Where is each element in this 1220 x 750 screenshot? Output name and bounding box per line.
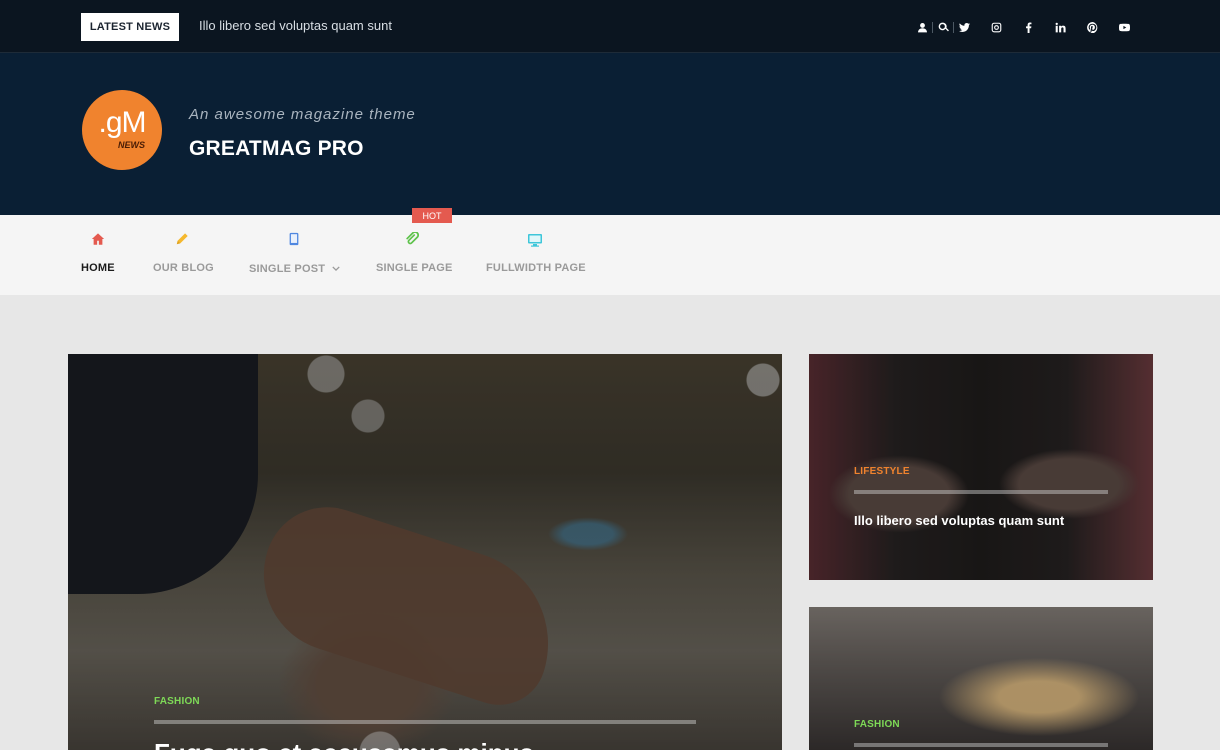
news-ticker-link[interactable]: Illo libero sed voluptas quam sunt [199,18,392,33]
post-title[interactable]: Illo libero sed voluptas quam sunt [854,513,1064,528]
post-category[interactable]: FASHION [854,719,900,730]
chevron-down-icon [332,262,340,274]
instagram-icon[interactable] [980,19,1012,35]
tablet-icon [287,232,303,248]
latest-news-label: LATEST NEWS [81,13,179,41]
top-icons [906,19,1140,35]
category-divider [854,743,1108,747]
nav-label: FULLWIDTH PAGE [486,262,586,274]
monitor-icon [527,232,543,248]
side-post-card[interactable]: LIFESTYLE Illo libero sed voluptas quam … [809,354,1153,580]
category-divider [154,720,696,724]
paperclip-icon [405,231,421,248]
site-title[interactable]: GREATMAG PRO [189,137,364,161]
featured-post-card[interactable]: FASHION Fuga quo et accusamus minus [68,354,782,750]
nav-label: SINGLE PAGE [376,262,453,274]
post-category[interactable]: FASHION [154,696,200,707]
home-icon [91,232,107,248]
nav-label: OUR BLOG [153,262,214,274]
card-overlay [68,354,782,750]
hot-badge: HOT [412,208,452,223]
nav-label: SINGLE POST [249,262,340,275]
facebook-icon[interactable] [1012,19,1044,35]
pencil-icon [175,232,191,248]
logo-subtext: NEWS [118,140,145,150]
site-header: .gM NEWS An awesome magazine theme GREAT… [0,53,1220,215]
top-bar: LATEST NEWS Illo libero sed voluptas qua… [0,0,1220,53]
linkedin-icon[interactable] [1044,19,1076,35]
post-category[interactable]: LIFESTYLE [854,466,910,477]
pinterest-icon[interactable] [1076,19,1108,35]
category-divider [854,490,1108,494]
side-post-card[interactable]: FASHION [809,607,1153,750]
site-logo[interactable]: .gM NEWS [82,90,162,170]
youtube-icon[interactable] [1108,19,1140,35]
main-nav: HOME OUR BLOG SINGLE POST SINGLE PAGE HO… [0,208,1220,295]
twitter-icon[interactable] [948,19,980,35]
post-title[interactable]: Fuga quo et accusamus minus [154,738,534,750]
logo-text: .gM [98,106,146,139]
site-tagline: An awesome magazine theme [189,106,416,123]
nav-label-text: SINGLE POST [249,263,326,275]
nav-label: HOME [81,262,115,274]
